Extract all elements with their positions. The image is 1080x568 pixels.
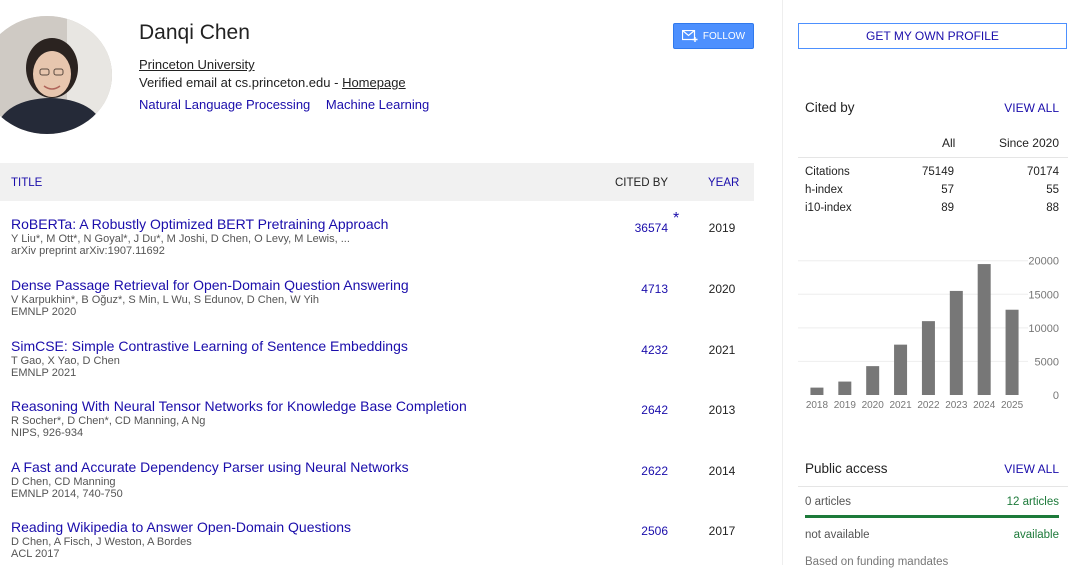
- publication-venue: EMNLP 2014, 740-750: [11, 488, 123, 500]
- citations-bar-chart: 20000 15000 10000 5000 0 2018 2019 2020 2021 2022…: [798, 256, 1059, 411]
- table-row: RoBERTa: A Robustly Optimized BERT Pretr…: [11, 210, 751, 257]
- chart-bar-2024[interactable]: [977, 264, 991, 395]
- divider: [798, 157, 1068, 158]
- cited-by-view-all-link[interactable]: VIEW ALL: [1004, 101, 1059, 115]
- cited-by-count[interactable]: 2506: [586, 524, 668, 538]
- follow-button[interactable]: FOLLOW: [673, 23, 754, 49]
- x-tick-label: 2021: [889, 400, 912, 411]
- not-available-label: not available: [805, 529, 870, 541]
- publication-year: 2020: [708, 282, 736, 296]
- cited-by-count[interactable]: 2622: [586, 464, 668, 478]
- table-row: SimCSE: Simple Contrastive Learning of S…: [11, 338, 751, 379]
- cited-by-count[interactable]: 4232: [586, 343, 668, 357]
- profile-photo: [0, 16, 112, 134]
- column-header-title[interactable]: TITLE: [11, 177, 42, 189]
- publication-venue: NIPS, 926-934: [11, 427, 84, 439]
- profile-name: Danqi Chen: [139, 21, 250, 44]
- publication-year: 2017: [708, 524, 736, 538]
- available-label: available: [1013, 529, 1059, 541]
- public-access-view-all-link[interactable]: VIEW ALL: [1004, 462, 1059, 476]
- chart-bar-2018[interactable]: [810, 387, 824, 395]
- metric-label-h-index[interactable]: h-index: [805, 184, 843, 196]
- chart-bar-2025[interactable]: [1005, 309, 1019, 395]
- publication-venue: EMNLP 2021: [11, 367, 77, 379]
- table-row: Reading Wikipedia to Answer Open-Domain …: [11, 519, 751, 560]
- x-tick-label: 2022: [917, 400, 940, 411]
- column-header-year[interactable]: YEAR: [708, 177, 739, 189]
- metric-all-i10-index: 89: [941, 202, 954, 214]
- x-tick-label: 2023: [945, 400, 968, 411]
- table-header: TITLE CITED BY YEAR: [0, 163, 754, 201]
- affiliation-link[interactable]: Princeton University: [139, 57, 255, 72]
- y-tick-label: 20000: [1028, 256, 1059, 268]
- interest-link-ml[interactable]: Machine Learning: [326, 97, 429, 112]
- x-tick-label: 2019: [834, 400, 857, 411]
- y-tick-label: 10000: [1028, 323, 1059, 335]
- column-header-since: Since 2020: [998, 136, 1059, 150]
- metric-all-h-index: 57: [941, 184, 954, 196]
- publication-year: 2021: [708, 343, 736, 357]
- cited-by-count[interactable]: 2642: [586, 403, 668, 417]
- chart-bar-2020[interactable]: [866, 366, 880, 395]
- table-row: A Fast and Accurate Dependency Parser us…: [11, 459, 751, 500]
- table-row: Dense Passage Retrieval for Open-Domain …: [11, 277, 751, 318]
- y-tick-label: 15000: [1028, 289, 1059, 301]
- articles-not-available-count[interactable]: 0 articles: [805, 496, 851, 508]
- x-tick-label: 2024: [973, 400, 996, 411]
- publication-venue: arXiv preprint arXiv:1907.11692: [11, 245, 165, 257]
- divider: [798, 486, 1068, 487]
- publication-year: 2013: [708, 403, 736, 417]
- homepage-link[interactable]: Homepage: [342, 75, 406, 90]
- publication-venue: EMNLP 2020: [11, 306, 77, 318]
- follow-label: FOLLOW: [702, 30, 746, 42]
- x-tick-label: 2018: [806, 400, 829, 411]
- x-tick-label: 2020: [862, 400, 885, 411]
- column-divider: [782, 0, 783, 565]
- metric-since-i10-index: 88: [1046, 202, 1059, 214]
- column-header-all: All: [942, 136, 956, 150]
- articles-available-count[interactable]: 12 articles: [1007, 496, 1059, 508]
- metric-label-i10-index[interactable]: i10-index: [805, 202, 852, 214]
- public-access-title: Public access: [805, 461, 888, 476]
- verified-email: Verified email at cs.princeton.edu - Hom…: [139, 75, 406, 90]
- publication-year: 2014: [708, 464, 736, 478]
- avatar: [0, 16, 112, 134]
- chart-bar-2019[interactable]: [838, 381, 852, 395]
- get-own-profile-button[interactable]: GET MY OWN PROFILE: [798, 23, 1067, 49]
- chart-bar-2021[interactable]: [894, 344, 908, 395]
- table-row: Reasoning With Neural Tensor Networks fo…: [11, 398, 751, 439]
- y-tick-label: 5000: [1035, 356, 1059, 368]
- metric-since-citations: 70174: [1027, 166, 1059, 178]
- cited-by-count[interactable]: 36574: [586, 221, 668, 235]
- metric-all-citations: 75149: [922, 166, 954, 178]
- x-tick-label: 2025: [1001, 400, 1024, 411]
- mail-plus-icon: [681, 30, 698, 42]
- cited-by-count[interactable]: 4713: [586, 282, 668, 296]
- email-text: Verified email at cs.princeton.edu -: [139, 75, 343, 90]
- chart-bar-2023[interactable]: [949, 290, 963, 395]
- interest-link-nlp[interactable]: Natural Language Processing: [139, 97, 310, 112]
- y-tick-label: 0: [1053, 390, 1059, 402]
- column-header-cited-by[interactable]: CITED BY: [615, 177, 668, 189]
- chart-bar-2022[interactable]: [921, 321, 935, 395]
- funding-mandates-note: Based on funding mandates: [805, 556, 949, 568]
- cited-by-title: Cited by: [805, 100, 855, 115]
- metric-since-h-index: 55: [1046, 184, 1059, 196]
- publication-year: 2019: [708, 221, 736, 235]
- research-interests: Natural Language Processing Machine Lear…: [139, 97, 441, 112]
- public-access-bar: [805, 515, 1059, 518]
- metric-label-citations[interactable]: Citations: [805, 166, 850, 178]
- merged-citations-star[interactable]: *: [673, 210, 679, 228]
- publication-venue: ACL 2017: [11, 548, 60, 560]
